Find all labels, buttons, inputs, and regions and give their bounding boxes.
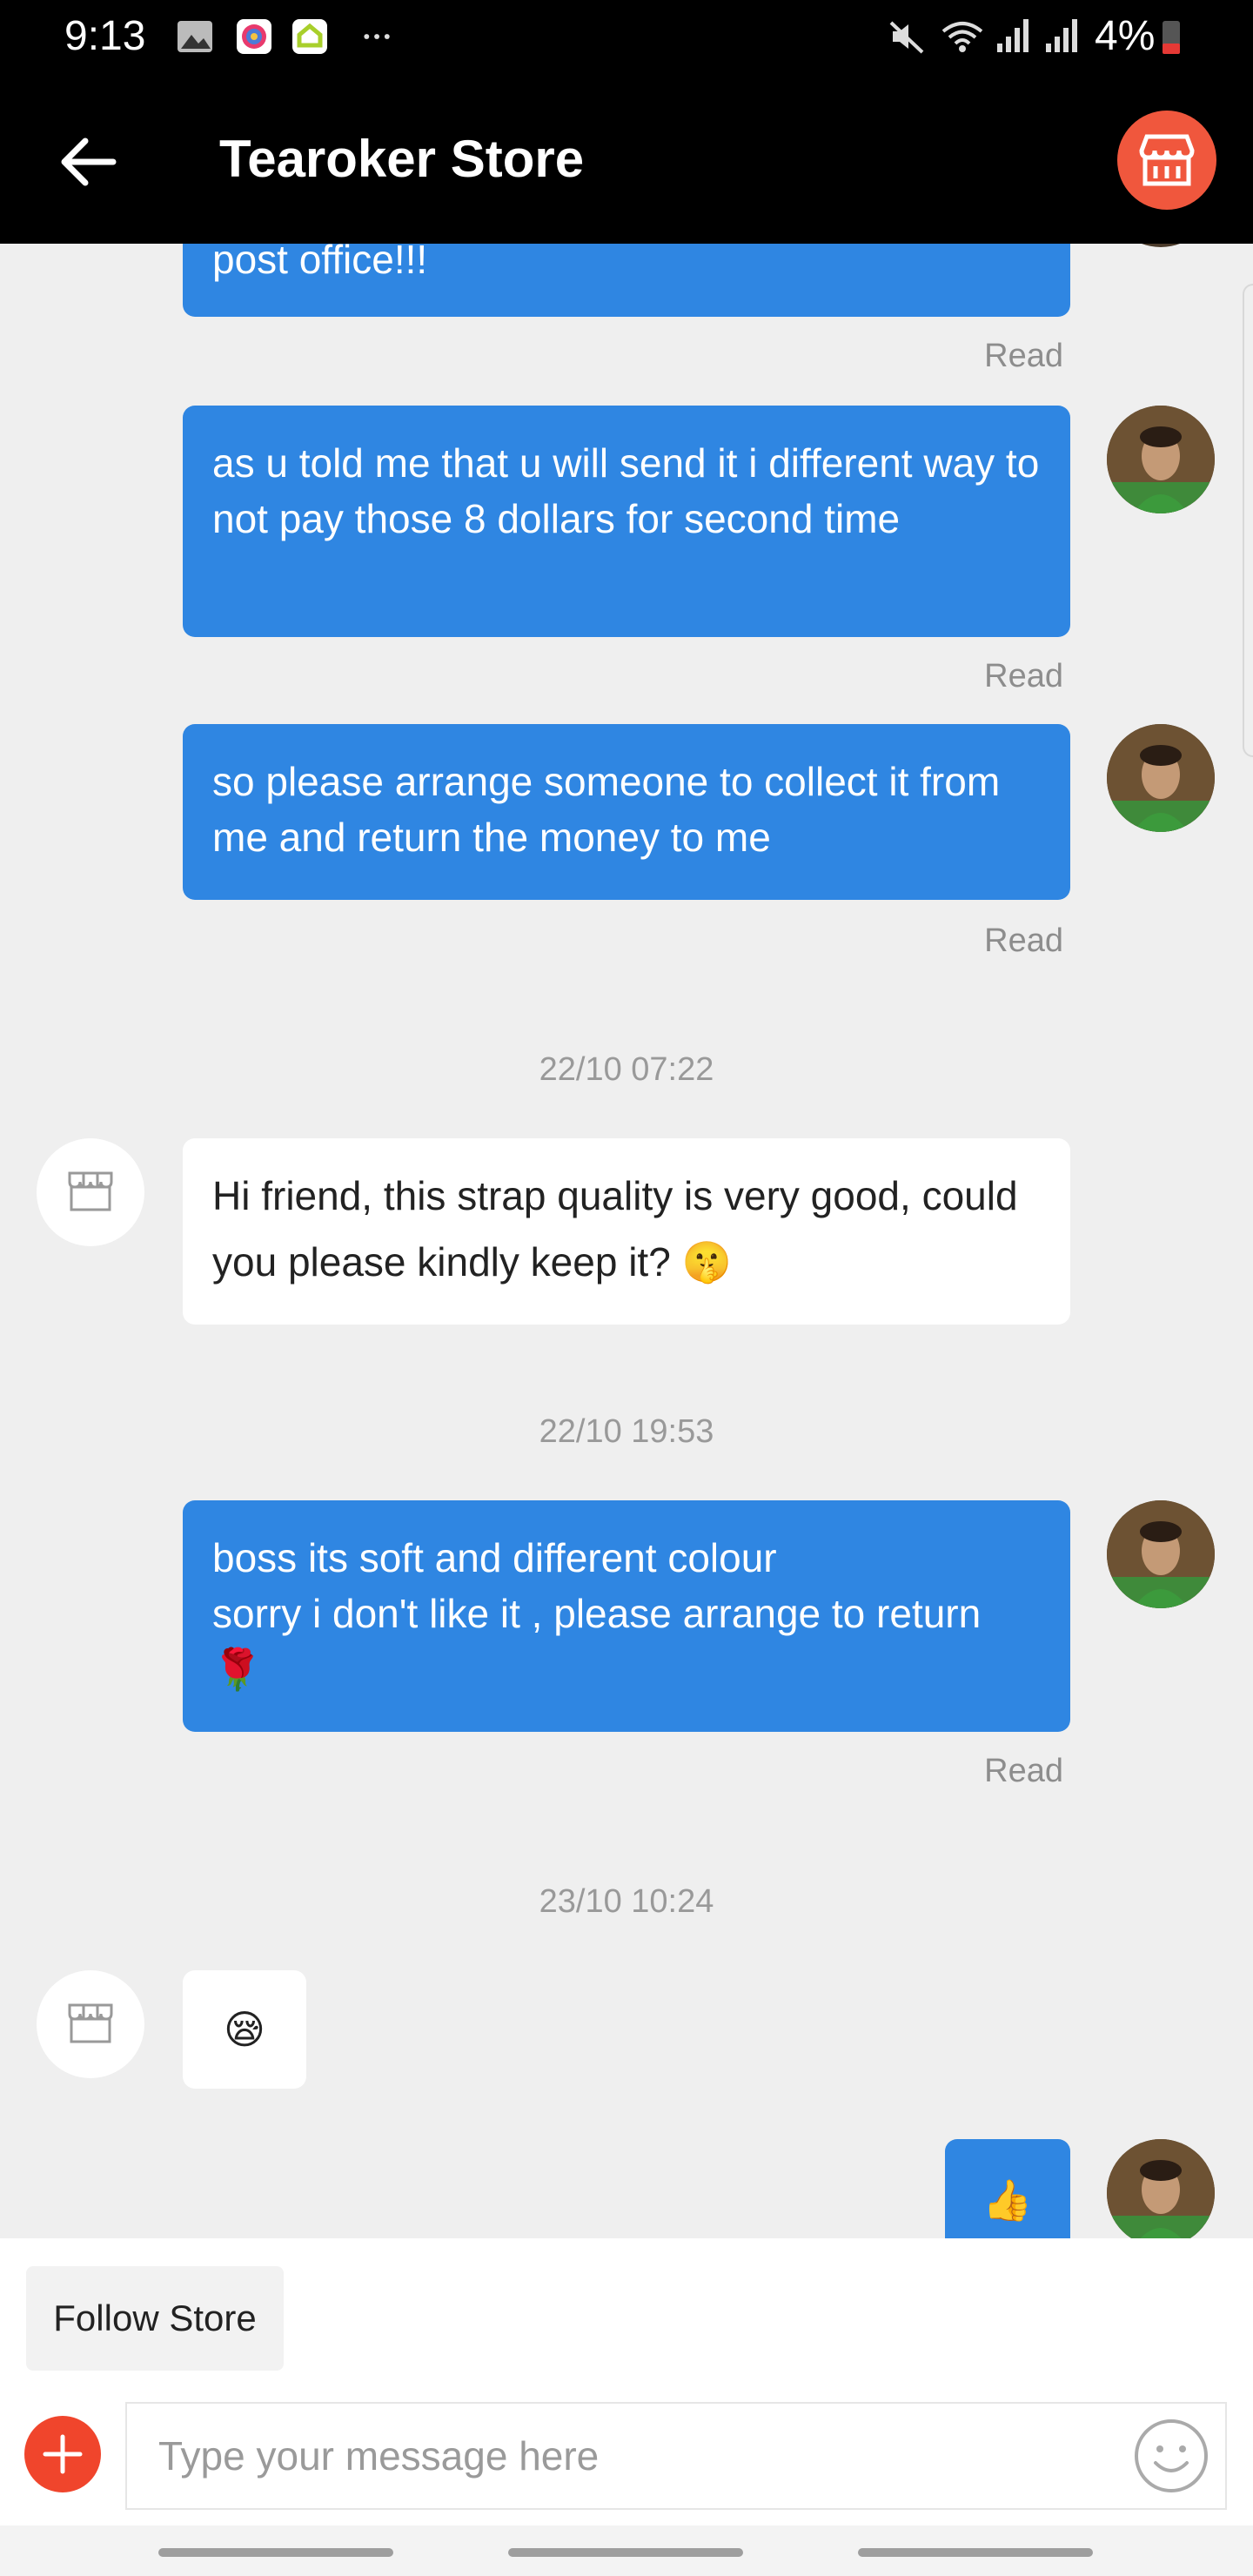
rose-emoji: 🌹 <box>212 1647 263 1692</box>
store-avatar <box>37 1970 144 2078</box>
home-app-notification-icon <box>292 19 327 54</box>
app-notification-icon <box>237 19 271 54</box>
system-nav-bar <box>0 2526 1253 2576</box>
gallery-notification-icon <box>178 21 212 52</box>
user-avatar <box>1107 724 1215 832</box>
status-bar: 9:13 4% <box>0 0 1253 73</box>
store-avatar <box>37 1138 144 1246</box>
follow-store-button[interactable]: Follow Store <box>26 2266 284 2371</box>
nav-recent-button[interactable] <box>158 2548 393 2557</box>
wifi-icon <box>941 22 983 52</box>
user-avatar <box>1107 406 1215 513</box>
chat-header: Tearoker Store <box>0 73 1253 244</box>
emoji-smiley-icon[interactable] <box>1133 2418 1209 2494</box>
user-avatar <box>1107 2139 1215 2247</box>
read-status: Read <box>984 1753 1063 1789</box>
signal-icon-1 <box>997 19 1029 52</box>
back-arrow-icon[interactable] <box>52 127 122 197</box>
scrollbar[interactable] <box>1243 284 1253 757</box>
message-line: boss its soft and different colour <box>212 1535 777 1580</box>
thumbs-up-emoji: 👍 <box>982 2177 1033 2223</box>
status-time: 9:13 <box>64 13 146 59</box>
mute-icon <box>889 21 924 54</box>
more-notifications-icon <box>364 34 390 39</box>
plus-icon <box>43 2434 83 2474</box>
add-attachment-button[interactable] <box>24 2416 101 2492</box>
store-avatar-icon <box>68 1171 113 1211</box>
nav-back-button[interactable] <box>858 2548 1093 2557</box>
message-text: as u told me that u will send it i diffe… <box>212 440 1040 541</box>
message-timestamp: 23/10 10:24 <box>539 1883 714 1920</box>
read-status: Read <box>984 338 1063 374</box>
my-message-bubble[interactable]: boss its soft and different colour sorry… <box>183 1500 1070 1732</box>
store-message-bubble[interactable]: Hi friend, this strap quality is very go… <box>183 1138 1070 1325</box>
user-avatar <box>1107 1500 1215 1608</box>
message-timestamp: 22/10 07:22 <box>539 1051 714 1088</box>
store-avatar-icon <box>68 2003 113 2043</box>
user-photo <box>1107 2139 1215 2247</box>
my-message-bubble[interactable]: as u told me that u will send it i diffe… <box>183 406 1070 637</box>
nav-home-button[interactable] <box>508 2548 743 2557</box>
storefront-icon <box>1139 134 1195 186</box>
message-timestamp: 22/10 19:53 <box>539 1413 714 1450</box>
user-photo <box>1107 724 1215 832</box>
user-photo <box>1107 1500 1215 1608</box>
chat-footer: Follow Store <box>0 2238 1253 2526</box>
sleepy-emoji: 😪 <box>224 2007 265 2052</box>
read-status: Read <box>984 922 1063 959</box>
user-photo <box>1107 406 1215 513</box>
store-emoji-bubble[interactable]: 😪 <box>183 1970 306 2089</box>
signal-icon-2 <box>1046 19 1077 52</box>
my-message-bubble[interactable]: so please arrange someone to collect it … <box>183 724 1070 900</box>
message-line: sorry i don't like it , please arrange t… <box>212 1591 982 1636</box>
message-text: Hi friend, this strap quality is very go… <box>212 1173 1018 1285</box>
page-title: Tearoker Store <box>219 130 585 188</box>
battery-percent: 4% <box>1095 13 1156 59</box>
read-status: Read <box>984 658 1063 694</box>
message-input[interactable] <box>125 2402 1227 2510</box>
store-button[interactable] <box>1117 111 1216 210</box>
battery-low-icon <box>1163 21 1180 54</box>
message-text: so please arrange someone to collect it … <box>212 759 1001 860</box>
